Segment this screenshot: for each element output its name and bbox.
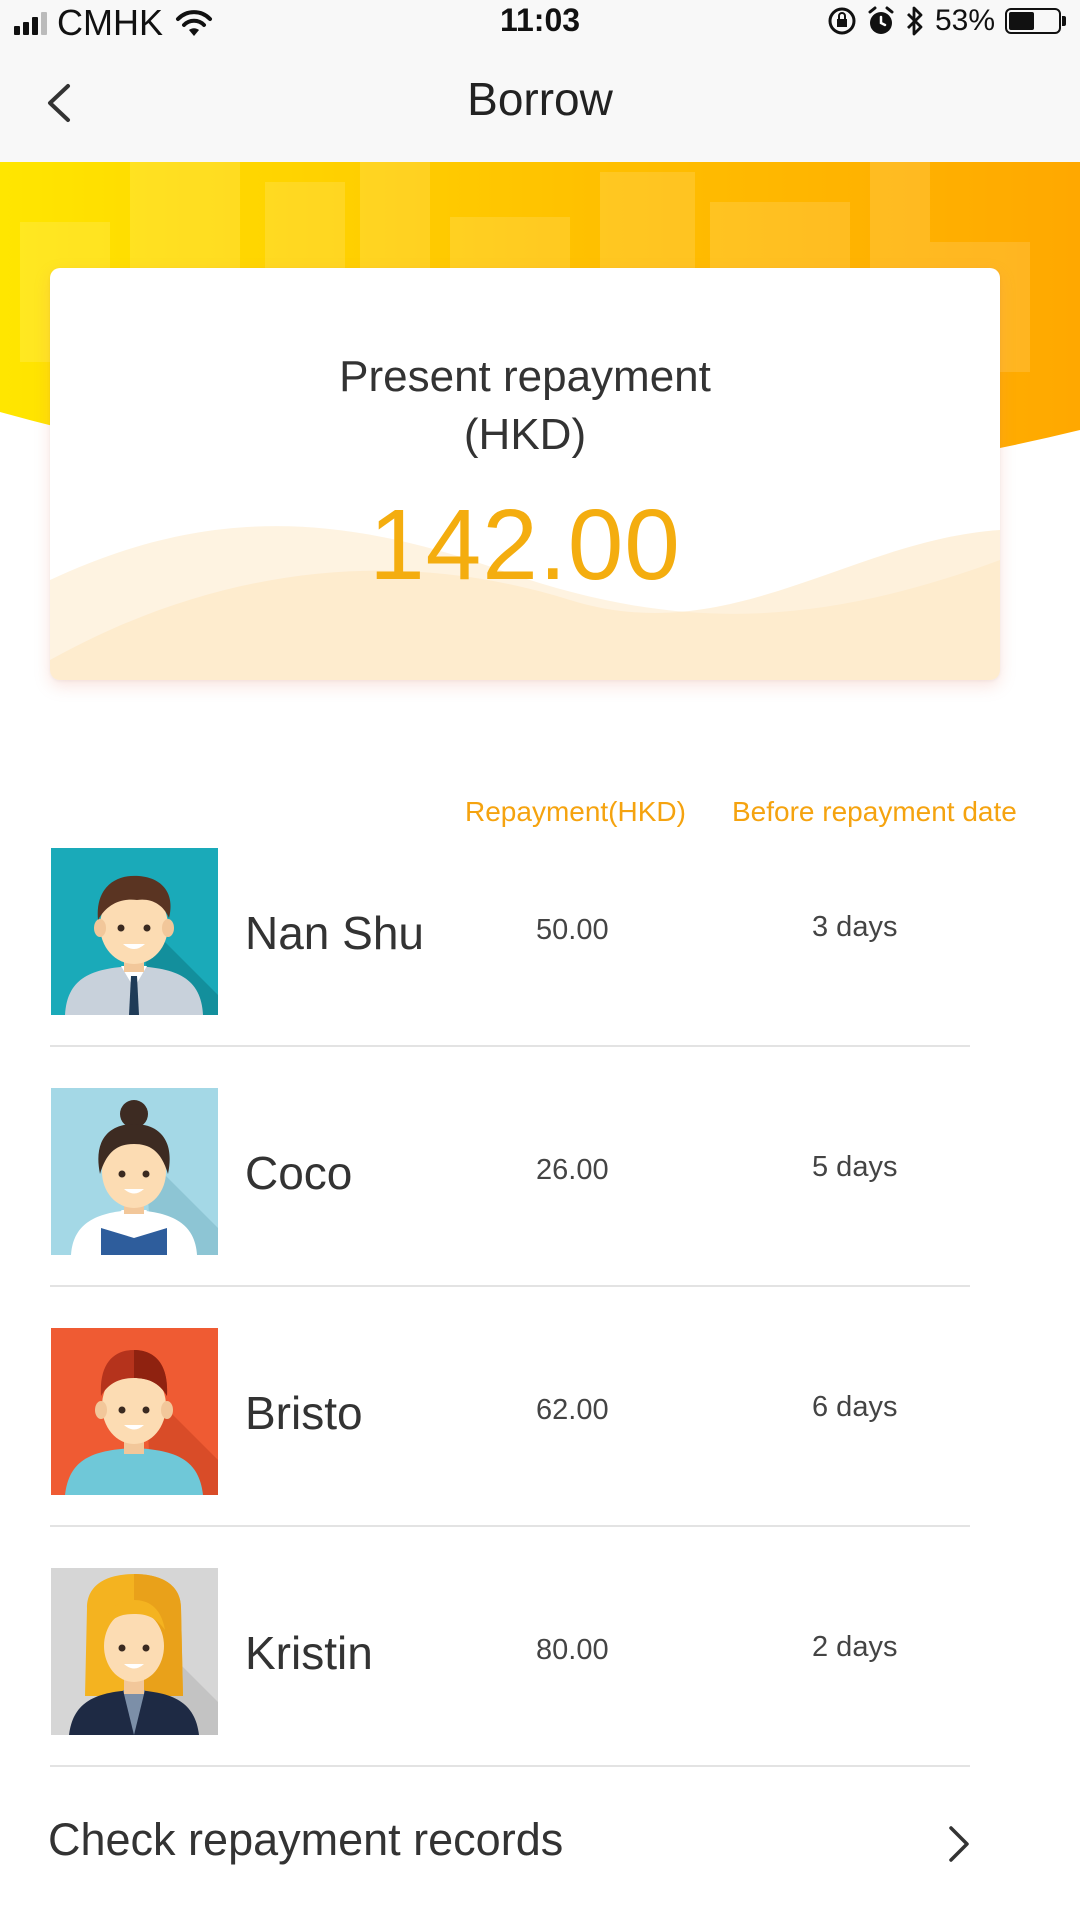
check-records-label: Check repayment records: [48, 1814, 564, 1865]
woman-blonde-avatar-icon: [51, 1568, 218, 1735]
summary-title-line1: Present repayment: [339, 352, 711, 401]
man-avatar-icon: [51, 848, 218, 1015]
borrower-name: Bristo: [245, 1387, 363, 1439]
man-redhair-avatar-icon: [51, 1328, 218, 1495]
divider: [50, 1045, 970, 1047]
battery-icon: [1005, 8, 1066, 34]
borrower-repayment: 80.00: [536, 1634, 609, 1666]
divider: [50, 1765, 970, 1767]
borrower-days: 6 days: [812, 1391, 898, 1423]
woman-bun-avatar-icon: [51, 1088, 218, 1255]
borrower-name: Coco: [245, 1147, 353, 1199]
repayment-column-header: Repayment(HKD): [465, 796, 686, 827]
list-item[interactable]: Kristin 80.00 2 days: [50, 1568, 970, 1808]
borrower-name: Kristin: [245, 1627, 373, 1679]
list-item[interactable]: Nan Shu 50.00 3 days: [50, 848, 970, 1088]
borrower-repayment: 50.00: [536, 914, 609, 946]
summary-title: Present repayment (HKD): [50, 348, 1000, 464]
divider: [50, 1525, 970, 1527]
before-date-column-header: Before repayment date: [732, 796, 1017, 827]
list-item[interactable]: Bristo 62.00 6 days: [50, 1328, 970, 1568]
borrower-days: 2 days: [812, 1631, 898, 1663]
bluetooth-icon: [906, 6, 923, 36]
borrower-repayment: 62.00: [536, 1394, 609, 1426]
chevron-right-icon: [949, 1826, 969, 1862]
list-item[interactable]: Coco 26.00 5 days: [50, 1088, 970, 1328]
summary-title-line2: (HKD): [463, 410, 587, 459]
borrower-name: Nan Shu: [245, 907, 425, 959]
borrower-repayment: 26.00: [536, 1154, 609, 1186]
status-bar: CMHK 11:03 53%: [0, 0, 1080, 44]
page-title: Borrow: [467, 73, 613, 125]
alarm-icon: [868, 6, 894, 34]
navigation-bar: Borrow: [0, 44, 1080, 162]
divider: [50, 1285, 970, 1287]
check-records-link[interactable]: Check repayment records: [0, 1800, 1080, 1880]
orientation-lock-icon: [828, 7, 856, 35]
borrower-days: 3 days: [812, 911, 898, 943]
total-amount: 142.00: [369, 489, 681, 601]
borrower-days: 5 days: [812, 1151, 898, 1183]
battery-percent: 53%: [934, 4, 995, 37]
borrower-list: Nan Shu 50.00 3 days Coco 26.00 5 days B…: [50, 848, 970, 1808]
repayment-summary-card: Present repayment (HKD) 142.00: [50, 268, 1000, 680]
